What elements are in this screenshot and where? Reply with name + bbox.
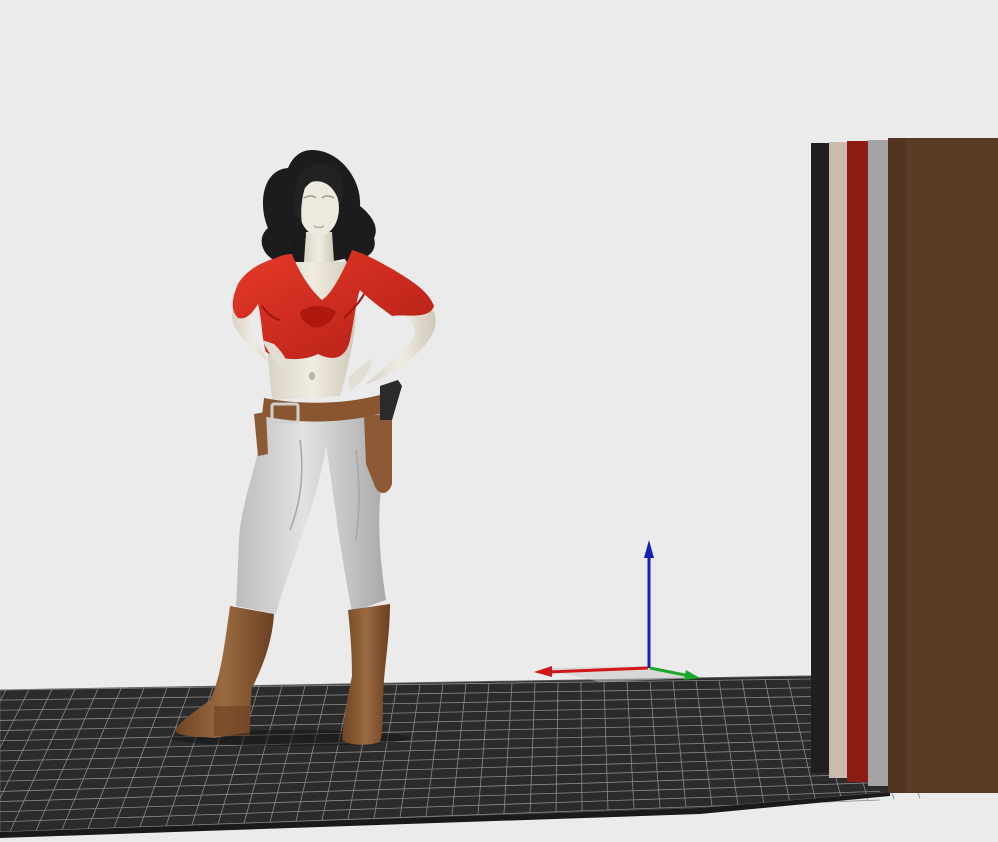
3d-viewport[interactable] — [0, 0, 998, 842]
z-axis-arrow-icon — [644, 540, 654, 558]
swatch-stripe-beige — [829, 142, 847, 778]
swatch-stripe-black — [811, 143, 829, 773]
scene-canvas[interactable] — [0, 0, 998, 842]
model-neck — [304, 232, 334, 262]
right-hand — [348, 358, 372, 390]
left-boot-heel — [214, 706, 250, 736]
navel — [309, 372, 315, 380]
figurine-model[interactable] — [170, 150, 436, 746]
belt-pouch — [254, 412, 268, 456]
swatch-stripe-gray — [868, 140, 888, 786]
axis-gizmo — [534, 540, 700, 680]
gun-grip — [380, 380, 402, 420]
build-plate — [0, 666, 921, 838]
swatch-stripe-red — [847, 141, 868, 782]
filament-swatch-block[interactable] — [811, 138, 998, 793]
swatch-block-side-shade — [888, 138, 906, 793]
x-axis-arrow-icon — [534, 666, 552, 677]
